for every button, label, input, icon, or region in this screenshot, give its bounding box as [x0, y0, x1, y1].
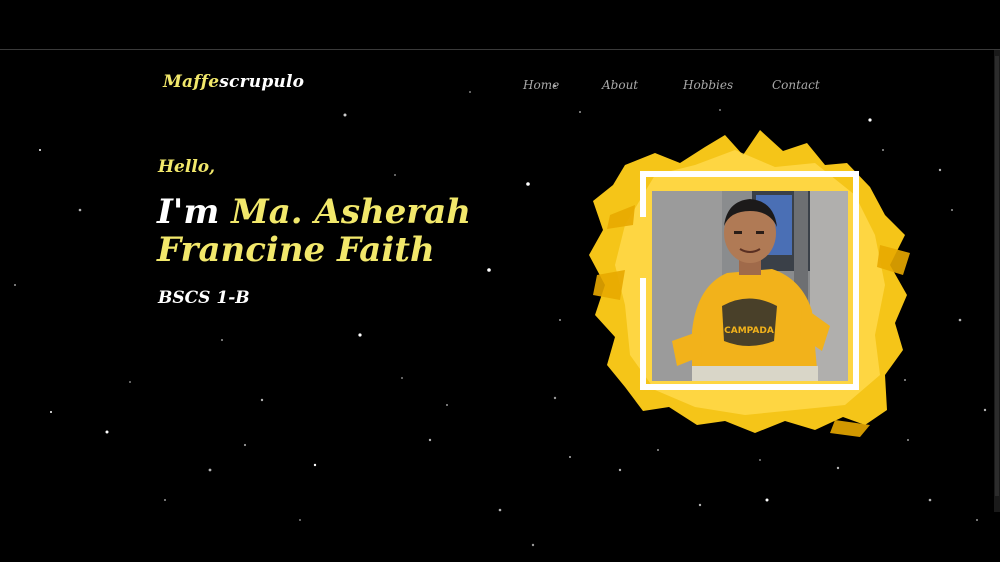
photo-frame-left-lower: [640, 278, 646, 390]
photo-frame-bottom: [640, 384, 859, 390]
hero-course: BSCS 1-B: [158, 288, 250, 308]
hero-headline: I'm Ma. Asherah Francine Faith: [157, 193, 557, 269]
scrollbar-thumb[interactable]: [995, 56, 999, 496]
photo-frame-right: [853, 171, 859, 390]
shirt-print-text: CAMPADA: [724, 326, 774, 336]
profile-photo-illustration: CAMPADA: [652, 191, 848, 381]
page-scrollbar[interactable]: [994, 50, 1000, 512]
main-nav: Home About Hobbies Contact: [0, 78, 1000, 96]
nav-contact[interactable]: Contact: [772, 78, 820, 92]
nav-hobbies[interactable]: Hobbies: [683, 78, 733, 92]
portfolio-page: Maffescrupulo Home About Hobbies Contact…: [0, 0, 1000, 562]
hero-greeting: Hello,: [158, 157, 216, 177]
hero-name-line2: Francine Faith: [157, 230, 435, 270]
nav-about[interactable]: About: [602, 78, 638, 92]
hero-intro: I'm: [157, 192, 220, 232]
photo-frame-top: [640, 171, 859, 177]
profile-photo: CAMPADA: [652, 191, 848, 381]
nav-home[interactable]: Home: [523, 78, 559, 92]
hero-name-line1: Ma. Asherah: [231, 192, 472, 232]
photo-frame-left: [640, 171, 646, 217]
